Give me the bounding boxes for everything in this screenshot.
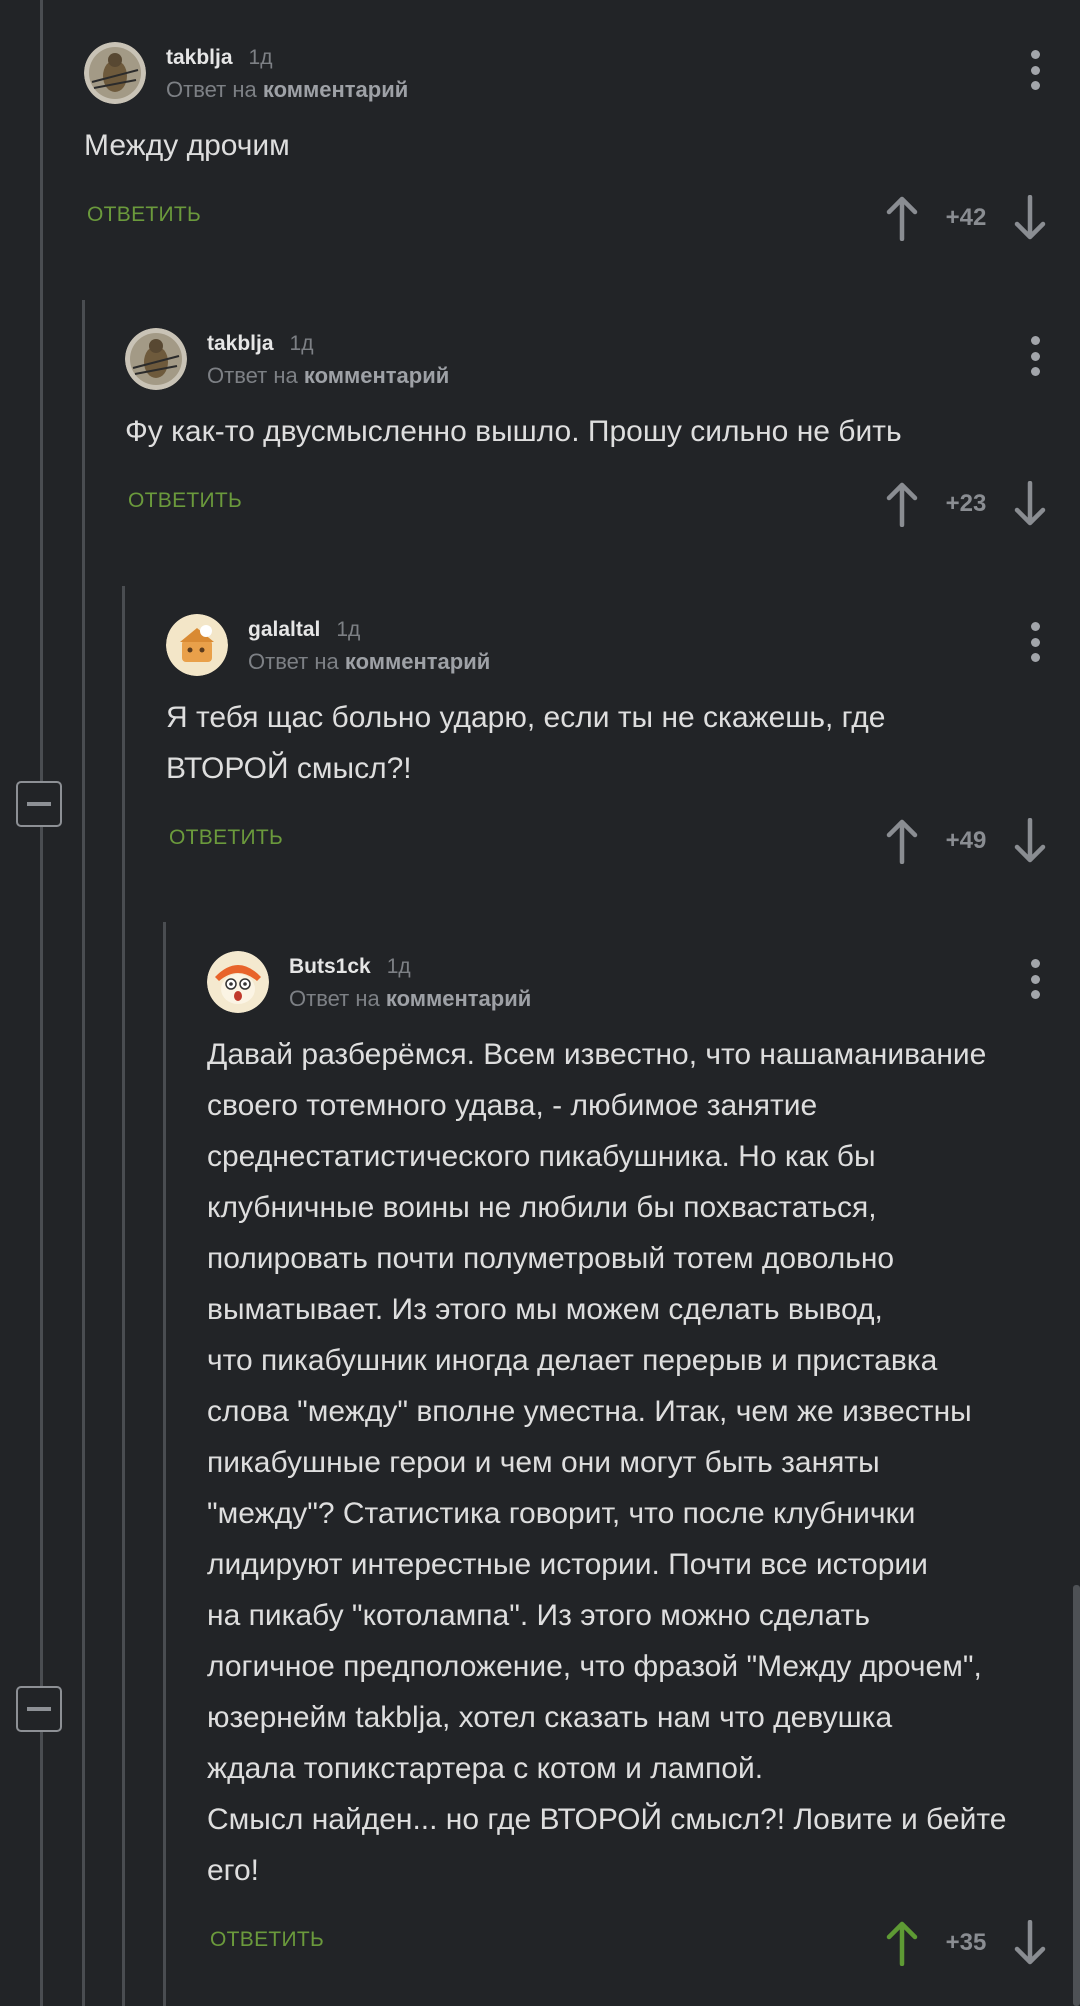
arrow-down-icon[interactable] (1010, 481, 1050, 527)
collapse-thread-button[interactable] (16, 781, 62, 827)
comment-text: Я тебя щас больно ударю, если ты не скаж… (166, 701, 886, 785)
comment-header: Buts1ck 1д Ответ на комментарий (207, 951, 1080, 1015)
thread-line (163, 922, 166, 2006)
vote-controls: +49 (882, 816, 1050, 866)
comment-header: takblja 1д Ответ на комментарий (84, 42, 1080, 106)
comment-actions: ОТВЕТИТЬ +42 (84, 187, 1080, 247)
username[interactable]: takblja (166, 46, 233, 69)
thread-line (82, 300, 85, 2006)
comment-meta: takblja 1д Ответ на комментарий (207, 330, 449, 392)
thread-line (122, 586, 125, 2006)
arrow-up-icon[interactable] (882, 1920, 922, 1966)
timestamp: 1д (248, 46, 273, 69)
rating: +42 (945, 204, 987, 231)
avatar[interactable] (166, 614, 228, 676)
arrow-down-icon[interactable] (1010, 1920, 1050, 1966)
vote-controls: +23 (882, 479, 1050, 529)
comment-text: Между дрочим (84, 129, 290, 162)
arrow-up-icon[interactable] (882, 195, 922, 241)
username[interactable]: galaltal (248, 618, 320, 641)
reply-button[interactable]: ОТВЕТИТЬ (87, 203, 201, 227)
comment-actions: ОТВЕТИТЬ +35 (207, 1912, 1080, 1972)
reply-to-prefix: Ответ на (207, 363, 298, 388)
comment-text: Давай разберёмся. Всем известно, что наш… (207, 1038, 1007, 1887)
reply-button[interactable]: ОТВЕТИТЬ (169, 826, 283, 850)
comment: takblja 1д Ответ на комментарий Фу как-то… (125, 328, 1080, 533)
comment-meta: takblja 1д Ответ на комментарий (166, 44, 408, 106)
comment-meta: galaltal 1д Ответ на комментарий (248, 616, 490, 678)
comment-text: Фу как-то двусмысленно вышло. Прошу силь… (125, 415, 902, 448)
reply-button[interactable]: ОТВЕТИТЬ (128, 489, 242, 513)
comment: galaltal 1д Ответ на комментарий Я тебя щ… (166, 614, 1080, 870)
arrow-down-icon[interactable] (1010, 195, 1050, 241)
rating: +49 (945, 827, 987, 854)
comment-header: takblja 1д Ответ на комментарий (125, 328, 1080, 392)
reply-to-prefix: Ответ на (166, 77, 257, 102)
rating: +23 (945, 490, 987, 517)
comment-actions: ОТВЕТИТЬ +49 (166, 810, 1080, 870)
arrow-down-icon[interactable] (1010, 818, 1050, 864)
reply-to-link[interactable]: комментарий (386, 986, 531, 1011)
more-vertical-icon[interactable] (1030, 50, 1040, 90)
scrollbar[interactable] (1073, 1585, 1080, 2006)
vote-controls: +42 (882, 193, 1050, 243)
timestamp: 1д (336, 618, 361, 641)
reply-to-link[interactable]: комментарий (304, 363, 449, 388)
minus-icon (27, 1707, 51, 1711)
timestamp: 1д (386, 955, 411, 978)
username[interactable]: takblja (207, 332, 274, 355)
avatar[interactable] (207, 951, 269, 1013)
vote-controls: +35 (882, 1918, 1050, 1968)
reply-to-prefix: Ответ на (289, 986, 380, 1011)
collapse-thread-button[interactable] (16, 1686, 62, 1732)
username[interactable]: Buts1ck (289, 955, 371, 978)
more-vertical-icon[interactable] (1030, 336, 1040, 376)
minus-icon (27, 802, 51, 806)
reply-to-prefix: Ответ на (248, 649, 339, 674)
rating: +35 (945, 1929, 987, 1956)
more-vertical-icon[interactable] (1030, 622, 1040, 662)
arrow-up-icon[interactable] (882, 481, 922, 527)
reply-to-link[interactable]: комментарий (345, 649, 490, 674)
reply-to-link[interactable]: комментарий (263, 77, 408, 102)
timestamp: 1д (289, 332, 314, 355)
comment-actions: ОТВЕТИТЬ +23 (125, 473, 1080, 533)
comment: Buts1ck 1д Ответ на комментарий Давай раз… (207, 951, 1080, 1972)
avatar[interactable] (125, 328, 187, 390)
more-vertical-icon[interactable] (1030, 959, 1040, 999)
reply-button[interactable]: ОТВЕТИТЬ (210, 1928, 324, 1952)
comment: takblja 1д Ответ на комментарий Между дро… (84, 42, 1080, 247)
comment-header: galaltal 1д Ответ на комментарий (166, 614, 1080, 678)
comment-meta: Buts1ck 1д Ответ на комментарий (289, 953, 531, 1015)
arrow-up-icon[interactable] (882, 818, 922, 864)
avatar[interactable] (84, 42, 146, 104)
